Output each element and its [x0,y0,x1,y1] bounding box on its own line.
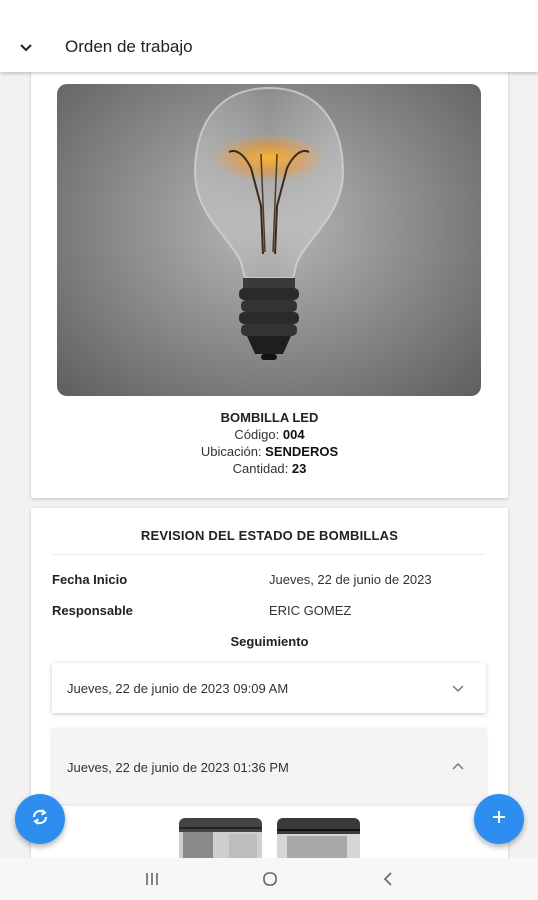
item-quantity: Cantidad: 23 [31,460,508,477]
item-name: BOMBILLA LED [220,410,319,425]
sync-button[interactable] [15,794,65,844]
tracking-entry-label: Jueves, 22 de junio de 2023 01:36 PM [67,760,289,775]
chevron-up-icon[interactable] [450,759,466,775]
item-card: BOMBILLA LED Código: 004 Ubicación: SEND… [31,72,508,498]
back-icon[interactable] [377,868,399,890]
chevron-down-icon[interactable] [14,36,38,60]
photo-thumbnail[interactable] [277,818,360,858]
sync-icon [29,806,51,833]
review-card: REVISION DEL ESTADO DE BOMBILLAS Fecha I… [31,508,508,858]
tracking-title: Seguimiento [230,634,309,649]
add-button[interactable] [474,794,524,844]
app-bar: Orden de trabajo [0,0,538,72]
item-photo [57,84,481,396]
divider [52,554,485,555]
item-code: Código: 004 [31,426,508,443]
item-location: Ubicación: SENDEROS [31,443,508,460]
responsible-label: Responsable [52,603,133,618]
tracking-entry-label: Jueves, 22 de junio de 2023 09:09 AM [67,681,289,696]
plus-icon [491,809,507,830]
item-info: BOMBILLA LED Código: 004 Ubicación: SEND… [31,409,508,477]
recents-icon[interactable] [141,868,163,890]
quantity-value: 23 [291,461,307,476]
location-value: SENDEROS [265,444,339,459]
quantity-label: Cantidad: [232,461,289,476]
review-title: REVISION DEL ESTADO DE BOMBILLAS [140,528,399,543]
home-icon[interactable] [259,868,281,890]
photo-thumbnail[interactable] [179,818,262,858]
code-label: Código: [234,427,280,442]
chevron-down-icon[interactable] [450,680,466,696]
start-date-label: Fecha Inicio [52,572,128,587]
main-content[interactable]: BOMBILLA LED Código: 004 Ubicación: SEND… [0,72,538,858]
code-value: 004 [282,427,305,442]
location-label: Ubicación: [200,444,262,459]
tracking-entry[interactable]: Jueves, 22 de junio de 2023 09:09 AM [52,663,486,713]
system-nav-bar [0,858,538,900]
page-title: Orden de trabajo [65,37,193,56]
tracking-entry[interactable]: Jueves, 22 de junio de 2023 01:36 PM [52,728,486,804]
start-date-value: Jueves, 22 de junio de 2023 [269,572,432,587]
responsible-value: ERIC GOMEZ [269,603,352,618]
